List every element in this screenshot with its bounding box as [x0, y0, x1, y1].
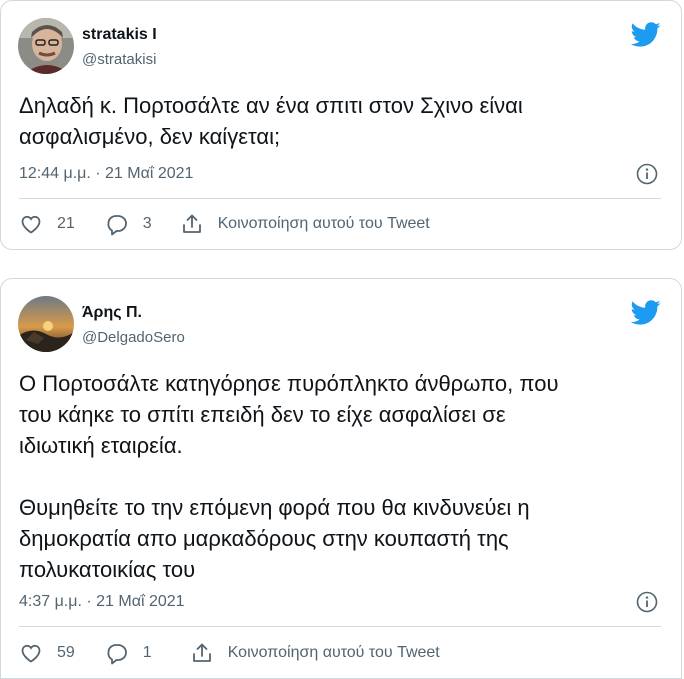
share-button[interactable]: Κοινοποίηση αυτού του Tweet — [180, 212, 430, 236]
author-handle[interactable]: @DelgadoSero — [82, 329, 185, 346]
tweet-timestamp[interactable]: 12:44 μ.μ. · 21 Μαΐ 2021 — [19, 165, 193, 183]
share-icon — [180, 212, 204, 236]
twitter-bird-icon[interactable] — [630, 19, 661, 49]
tweet-text: Δηλαδή κ. Πορτοσάλτε αν ένα σπιτι στον Σ… — [19, 93, 523, 149]
avatar[interactable] — [18, 296, 74, 352]
like-count: 21 — [57, 215, 75, 232]
author-name[interactable]: stratakis I — [82, 26, 157, 44]
info-icon[interactable] — [636, 163, 658, 185]
reply-count: 3 — [142, 215, 152, 232]
share-label: Κοινοποίηση αυτού του Tweet — [227, 644, 440, 661]
divider — [19, 198, 661, 199]
avatar[interactable] — [18, 18, 74, 74]
like-button[interactable]: 59 — [19, 641, 75, 665]
like-button[interactable]: 21 — [19, 212, 75, 236]
twitter-bird-icon[interactable] — [630, 297, 661, 327]
info-icon[interactable] — [636, 591, 658, 613]
reply-button[interactable]: 1 — [105, 641, 152, 665]
action-bar: 21 3 Κοινοποίηση αυτού του Tweet — [19, 212, 430, 236]
tweet-card[interactable]: Άρης Π. @DelgadoSero Ο Πορτοσάλτε κατηγό… — [0, 278, 682, 679]
reply-button[interactable]: 3 — [105, 212, 152, 236]
reply-icon — [105, 212, 129, 236]
divider — [19, 626, 661, 627]
like-count: 59 — [57, 644, 75, 661]
tweet-timestamp[interactable]: 4:37 μ.μ. · 21 Μαΐ 2021 — [19, 593, 185, 611]
share-icon — [190, 641, 214, 665]
reply-count: 1 — [142, 644, 152, 661]
heart-icon — [19, 641, 43, 665]
share-button[interactable]: Κοινοποίηση αυτού του Tweet — [190, 641, 440, 665]
action-bar: 59 1 Κοινοποίηση αυτού του Tweet — [19, 641, 440, 665]
tweet-card[interactable]: stratakis I @stratakisi Δηλαδή κ. Πορτοσ… — [0, 0, 682, 250]
reply-icon — [105, 641, 129, 665]
share-label: Κοινοποίηση αυτού του Tweet — [217, 215, 430, 232]
heart-icon — [19, 212, 43, 236]
author-handle[interactable]: @stratakisi — [82, 51, 156, 68]
tweet-text: Ο Πορτοσάλτε κατηγόρησε πυρόπληκτο άνθρω… — [19, 371, 559, 582]
author-name[interactable]: Άρης Π. — [82, 304, 142, 322]
